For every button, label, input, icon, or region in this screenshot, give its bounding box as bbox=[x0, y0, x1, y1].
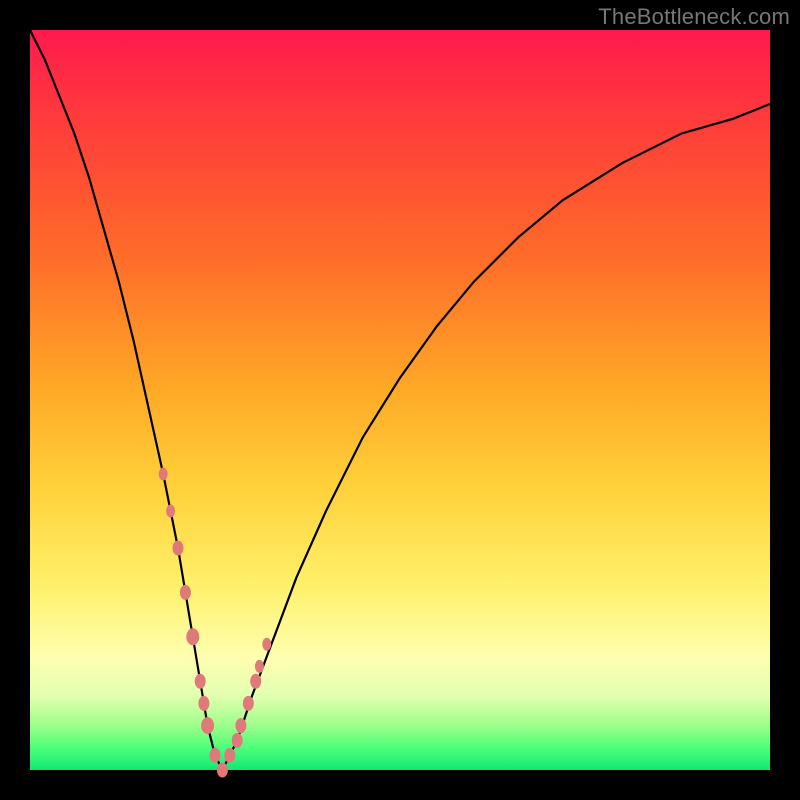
marker-point bbox=[225, 748, 235, 762]
marker-point bbox=[167, 505, 175, 517]
marker-point bbox=[232, 733, 242, 747]
plot-area bbox=[30, 30, 770, 770]
marker-point bbox=[195, 674, 205, 688]
marker-point bbox=[199, 696, 209, 710]
marker-point bbox=[217, 763, 227, 777]
marker-point bbox=[236, 719, 246, 733]
curve-markers bbox=[159, 468, 271, 777]
marker-point bbox=[173, 541, 183, 555]
marker-point bbox=[210, 748, 220, 762]
curve-svg bbox=[30, 30, 770, 770]
marker-point bbox=[159, 468, 167, 480]
marker-point bbox=[263, 638, 271, 650]
marker-point bbox=[187, 629, 199, 645]
marker-point bbox=[243, 696, 253, 710]
chart-frame: TheBottleneck.com bbox=[0, 0, 800, 800]
watermark-text: TheBottleneck.com bbox=[598, 4, 790, 30]
bottleneck-curve bbox=[30, 30, 770, 770]
marker-point bbox=[251, 674, 261, 688]
marker-point bbox=[202, 718, 214, 734]
marker-point bbox=[255, 660, 263, 672]
marker-point bbox=[180, 585, 190, 599]
